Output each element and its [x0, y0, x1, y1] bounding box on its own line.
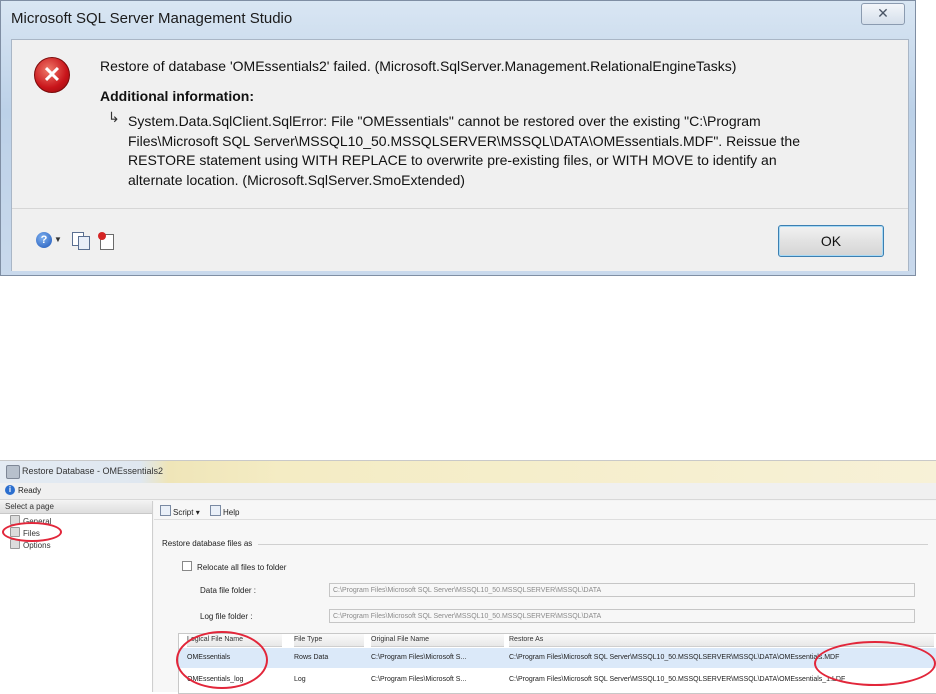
divider	[258, 544, 928, 545]
sidebar-header-label: Select a page	[5, 502, 54, 511]
toolbar: Script ▾ Help	[154, 501, 936, 520]
copy-icon[interactable]	[72, 232, 90, 250]
sidebar-item-label: Options	[23, 541, 51, 550]
chevron-down-icon[interactable]: ▼	[54, 232, 62, 248]
help-button[interactable]: Help	[210, 505, 239, 517]
column-header[interactable]: Original File Name	[371, 634, 504, 647]
help-icon	[210, 505, 221, 516]
info-icon: i	[5, 485, 15, 495]
script-button[interactable]: Script ▾	[160, 505, 200, 517]
highlight-annotation-logical-names	[176, 631, 268, 689]
chevron-down-icon: ▾	[195, 508, 200, 517]
sub-item-arrow-icon: ↳	[108, 109, 120, 125]
error-dialog: Microsoft SQL Server Management Studio ✕…	[0, 0, 916, 276]
script-label: Script	[173, 508, 194, 517]
page-sidebar: Select a page General Files Options	[0, 501, 153, 692]
dialog-body: ✕ Restore of database 'OMEssentials2' fa…	[11, 39, 909, 271]
highlight-annotation-restore-files	[814, 641, 936, 686]
sidebar-header: Select a page	[0, 501, 152, 514]
file-type-cell: Rows Data	[294, 654, 329, 661]
dialog-title: Microsoft SQL Server Management Studio	[11, 10, 293, 27]
checkbox-icon[interactable]	[182, 561, 192, 571]
log-folder-label: Log file folder :	[200, 612, 253, 621]
error-message: Restore of database 'OMEssentials2' fail…	[100, 58, 737, 74]
data-folder-field[interactable]: C:\Program Files\Microsoft SQL Server\MS…	[329, 583, 915, 597]
status-bar: i Ready	[0, 483, 936, 500]
restore-database-window: Restore Database - OMEssentials2 i Ready…	[0, 460, 936, 694]
window-titlebar: Restore Database - OMEssentials2	[0, 461, 936, 483]
relocate-checkbox[interactable]: Relocate all files to folder	[182, 561, 286, 572]
status-text: Ready	[18, 486, 42, 495]
file-type-cell: Log	[294, 676, 306, 683]
error-icon: ✕	[34, 57, 70, 93]
script-icon	[160, 505, 171, 516]
close-button[interactable]: ✕	[861, 3, 905, 25]
additional-info-text: System.Data.SqlClient.SqlError: File "OM…	[128, 113, 800, 188]
relocate-label: Relocate all files to folder	[197, 563, 287, 572]
original-name-cell: C:\Program Files\Microsoft S...	[371, 654, 467, 661]
original-name-cell: C:\Program Files\Microsoft S...	[371, 676, 467, 683]
details-icon[interactable]	[98, 232, 116, 250]
help-icon[interactable]: ?	[36, 232, 52, 248]
help-label: Help	[223, 508, 240, 517]
section-title: Restore database files as	[162, 539, 253, 548]
dialog-footer: ? ▼ OK	[12, 208, 908, 271]
highlight-annotation-files	[2, 522, 62, 542]
window-title: Restore Database - OMEssentials2	[22, 466, 164, 476]
ok-button[interactable]: OK	[778, 225, 884, 257]
additional-info-title: Additional information:	[100, 88, 254, 104]
data-folder-label: Data file folder :	[200, 586, 257, 595]
log-folder-field[interactable]: C:\Program Files\Microsoft SQL Server\MS…	[329, 609, 915, 623]
database-icon	[6, 465, 20, 479]
column-header[interactable]: File Type	[294, 634, 364, 647]
